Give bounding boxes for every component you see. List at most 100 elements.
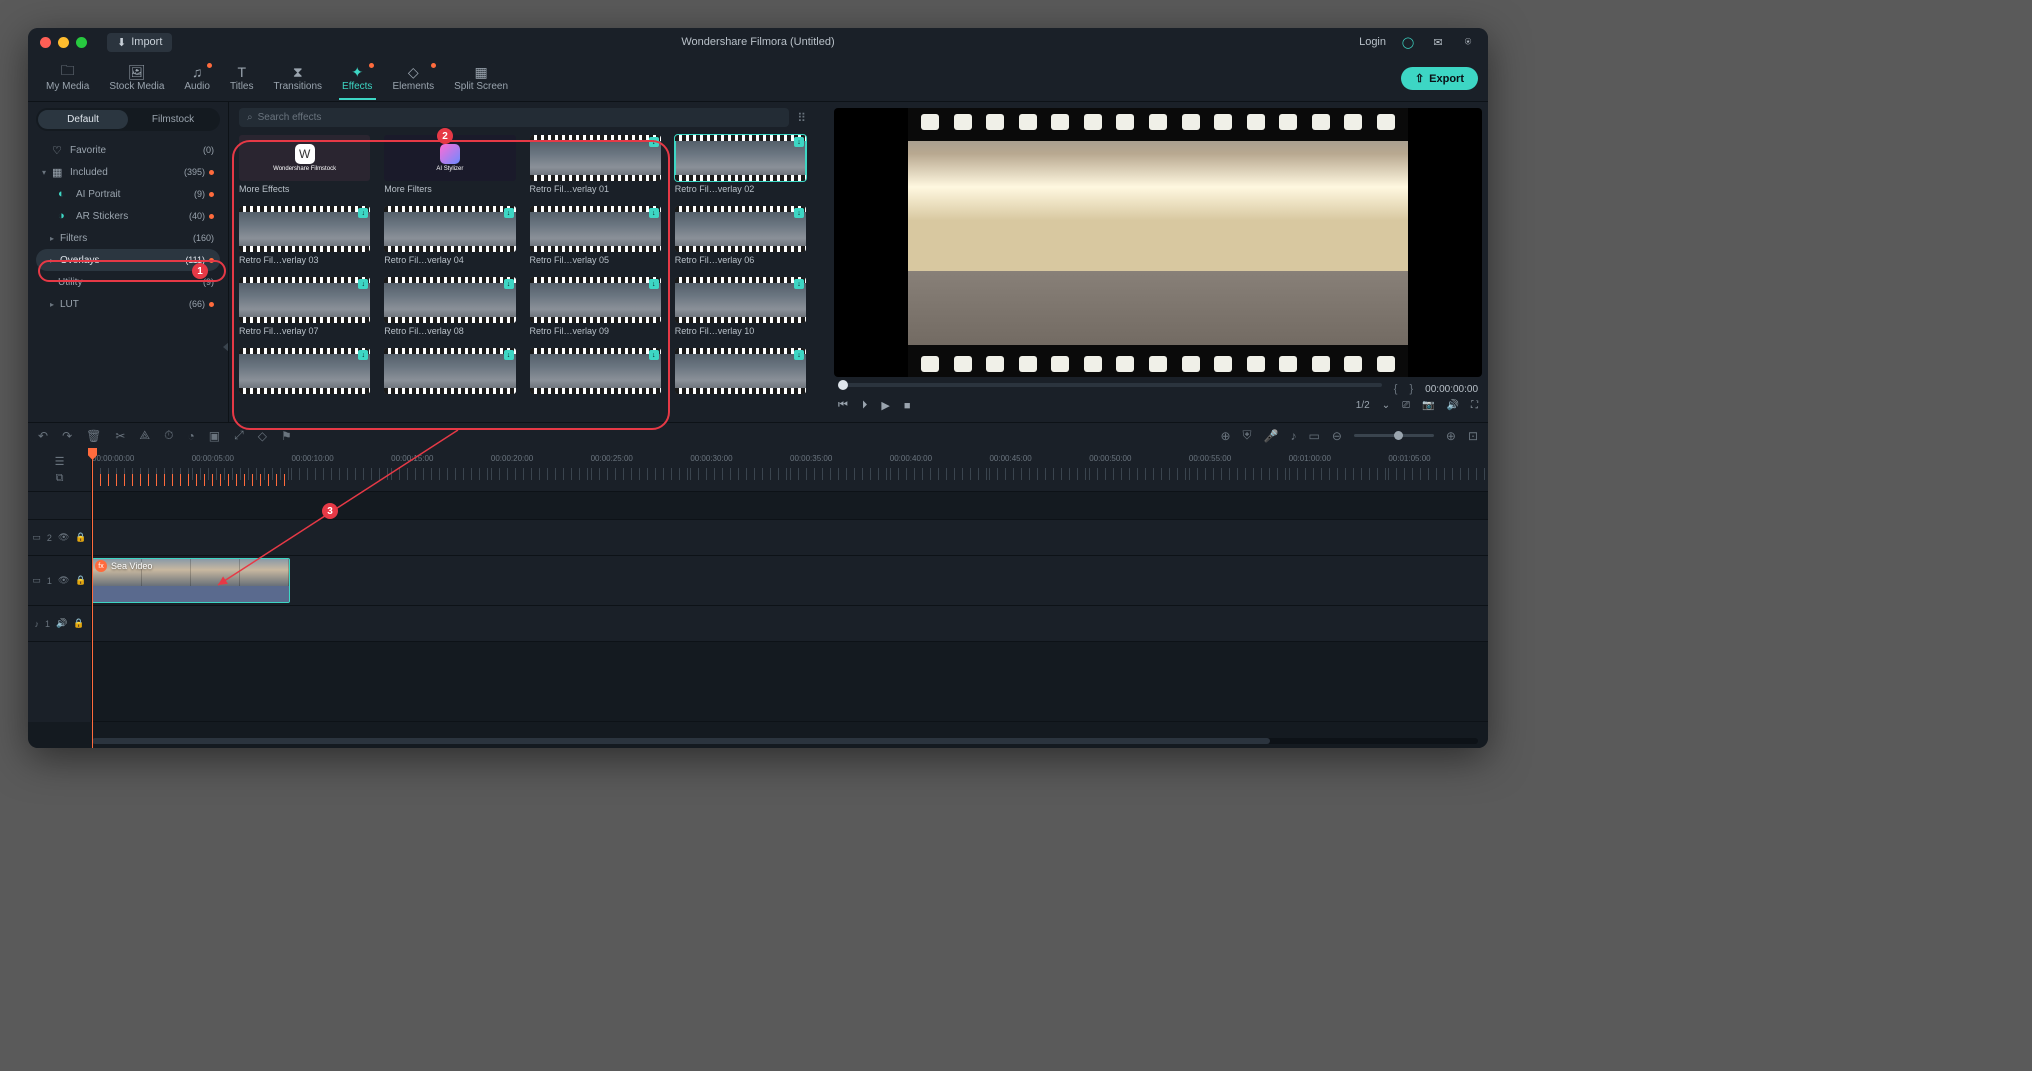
download-badge-icon[interactable]: ↓: [504, 208, 514, 218]
download-badge-icon[interactable]: ↓: [794, 208, 804, 218]
track-spacer[interactable]: [92, 492, 1488, 520]
effect-item[interactable]: ↓: [530, 348, 661, 397]
marker-button[interactable]: ⚑: [281, 429, 292, 443]
link-icon[interactable]: ⧉: [56, 472, 64, 485]
green-screen-button[interactable]: ▣: [209, 429, 220, 443]
close-window-button[interactable]: [40, 37, 51, 48]
download-badge-icon[interactable]: ↓: [358, 208, 368, 218]
fullscreen-icon[interactable]: ⛶: [1471, 400, 1478, 411]
effect-thumbnail[interactable]: ↓: [675, 135, 806, 181]
delete-button[interactable]: 🗑: [86, 429, 101, 443]
effect-item[interactable]: AI StylizerMore Filters: [384, 135, 515, 194]
layers-icon[interactable]: ☰: [55, 455, 65, 468]
scrollbar-thumb[interactable]: [92, 738, 1270, 744]
eye-icon[interactable]: 👁: [58, 532, 69, 543]
zoom-knob[interactable]: [1394, 431, 1403, 440]
zoom-slider[interactable]: [1354, 434, 1434, 437]
track-head-a1[interactable]: ♪1🔊🔒: [28, 606, 91, 642]
timeline-scrollbar[interactable]: [92, 738, 1478, 744]
color-button[interactable]: ◔: [188, 429, 195, 443]
download-badge-icon[interactable]: ↓: [649, 350, 659, 360]
screen-icon[interactable]: ▭: [1308, 429, 1319, 443]
tab-split-screen[interactable]: ▦Split Screen: [446, 61, 516, 96]
speed-button[interactable]: ⏱: [164, 428, 173, 443]
effect-thumbnail[interactable]: ↓: [675, 206, 806, 252]
preview-scale[interactable]: 1/2: [1356, 400, 1370, 411]
timeline-playhead[interactable]: [92, 448, 93, 748]
effect-thumbnail[interactable]: ↓: [239, 206, 370, 252]
undo-button[interactable]: ↶: [38, 429, 48, 443]
refresh-icon[interactable]: ◯: [1400, 34, 1416, 50]
effect-item[interactable]: ↓Retro Fil…verlay 04: [384, 206, 515, 265]
effect-item[interactable]: WWondershare FilmstockMore Effects: [239, 135, 370, 194]
effect-item[interactable]: ↓Retro Fil…verlay 05: [530, 206, 661, 265]
effect-thumbnail[interactable]: ↓: [530, 277, 661, 323]
crop-button[interactable]: ⟁: [139, 428, 150, 443]
cut-button[interactable]: ✂: [115, 429, 125, 443]
sidebar-item-favorite[interactable]: ♡Favorite(0): [36, 139, 220, 161]
sidebar-tab-default[interactable]: Default: [38, 110, 128, 129]
audio-icon[interactable]: ♪: [1290, 429, 1296, 443]
display-icon[interactable]: ⎚: [1402, 400, 1410, 411]
tab-my-media[interactable]: 🗀My Media: [38, 61, 97, 96]
download-badge-icon[interactable]: ↓: [794, 279, 804, 289]
effect-item[interactable]: ↓Retro Fil…verlay 02: [675, 135, 806, 194]
download-badge-icon[interactable]: ↓: [649, 137, 659, 147]
effect-thumbnail[interactable]: ↓: [384, 206, 515, 252]
effect-thumbnail[interactable]: ↓: [384, 348, 515, 394]
effect-item[interactable]: ↓Retro Fil…verlay 07: [239, 277, 370, 336]
effect-thumbnail[interactable]: ↓: [530, 206, 661, 252]
effect-thumbnail[interactable]: ↓: [675, 277, 806, 323]
sidebar-item-lut[interactable]: ▸LUT(66): [36, 293, 220, 315]
lock-icon[interactable]: 🔒: [75, 575, 86, 586]
clip-effect-badge[interactable]: fx: [95, 560, 107, 572]
mic-icon[interactable]: 🎤: [1264, 429, 1279, 443]
sidebar-item-ai-portrait[interactable]: ◐AI Portrait(9): [36, 183, 220, 205]
preview-scrubber[interactable]: [838, 383, 1382, 387]
effect-thumbnail[interactable]: ↓: [530, 135, 661, 181]
mark-out-button[interactable]: }: [1409, 383, 1413, 395]
sidebar-item-filters[interactable]: ▸Filters(160): [36, 227, 220, 249]
download-badge-icon[interactable]: ↓: [794, 350, 804, 360]
effect-item[interactable]: ↓: [384, 348, 515, 397]
effect-item[interactable]: ↓Retro Fil…verlay 01: [530, 135, 661, 194]
step-forward-button[interactable]: ⏵: [862, 399, 868, 412]
effect-item[interactable]: ↓Retro Fil…verlay 03: [239, 206, 370, 265]
download-badge-icon[interactable]: ↓: [649, 279, 659, 289]
track-v1[interactable]: fx Sea Video: [92, 556, 1488, 606]
eye-icon[interactable]: 👁: [58, 575, 69, 586]
tab-audio[interactable]: ♫Audio: [176, 61, 218, 96]
preview-viewport[interactable]: [834, 108, 1482, 377]
effect-item[interactable]: ↓: [675, 348, 806, 397]
lock-icon[interactable]: 🔒: [75, 532, 86, 543]
download-badge-icon[interactable]: ↓: [358, 279, 368, 289]
sidebar-item-ar-stickers[interactable]: ◑AR Stickers(40): [36, 205, 220, 227]
timeline-ruler[interactable]: 00:00:00:0000:00:05:0000:00:10:0000:00:1…: [92, 448, 1488, 491]
track-empty[interactable]: [92, 642, 1488, 722]
snapshot-icon[interactable]: 📷: [1422, 400, 1434, 411]
download-badge-icon[interactable]: ↓: [649, 208, 659, 218]
tab-transitions[interactable]: ⧗Transitions: [266, 61, 331, 96]
lock-icon[interactable]: 🔒: [73, 618, 84, 629]
volume-icon[interactable]: 🔊: [56, 618, 67, 629]
effect-thumbnail[interactable]: ↓: [384, 277, 515, 323]
track-head-v1[interactable]: ▭1👁🔒: [28, 556, 91, 606]
effect-item[interactable]: ↓Retro Fil…verlay 08: [384, 277, 515, 336]
tab-elements[interactable]: ◇Elements: [384, 61, 442, 96]
redo-button[interactable]: ↷: [62, 429, 72, 443]
login-button[interactable]: Login: [1359, 36, 1386, 48]
scrub-playhead[interactable]: [838, 380, 848, 390]
effect-thumbnail[interactable]: ↓: [675, 348, 806, 394]
sidebar-tab-filmstock[interactable]: Filmstock: [128, 110, 218, 129]
effect-item[interactable]: ↓Retro Fil…verlay 06: [675, 206, 806, 265]
effect-thumbnail[interactable]: ↓: [530, 348, 661, 394]
import-button[interactable]: ⬇ Import: [107, 33, 172, 52]
stop-button[interactable]: ■: [904, 400, 911, 412]
sidebar-item-included[interactable]: ▾▦Included(395): [36, 161, 220, 183]
track-v2[interactable]: [92, 520, 1488, 556]
tab-stock-media[interactable]: 🖼Stock Media: [101, 61, 172, 96]
mail-icon[interactable]: ✉: [1430, 34, 1446, 50]
effect-item[interactable]: ↓: [239, 348, 370, 397]
keyframe-button[interactable]: ◇: [258, 429, 267, 443]
effect-item[interactable]: ↓Retro Fil…verlay 09: [530, 277, 661, 336]
